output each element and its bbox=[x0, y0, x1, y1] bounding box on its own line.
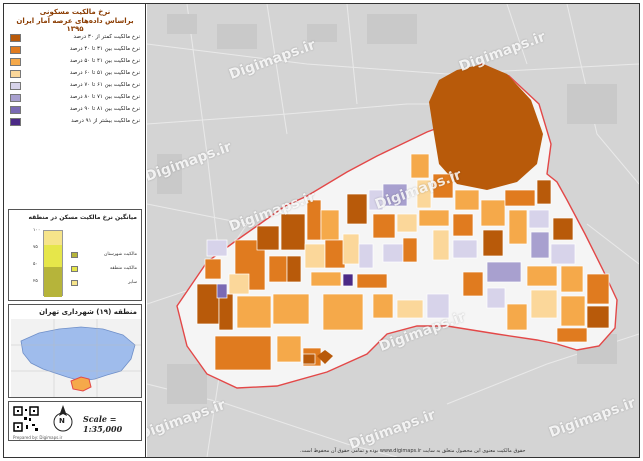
copyright-footer: حقوق مالکیت معنوی این محصول متعلق به سای… bbox=[300, 448, 526, 454]
legend-swatch bbox=[10, 118, 21, 126]
info-box: N Scale = 1:35,000 Prepared by: Digimaps… bbox=[8, 401, 142, 441]
chart-key-label: مالکیت شهرستان bbox=[104, 252, 137, 257]
legend-swatch bbox=[10, 34, 21, 42]
legend-label: نرخ مالکیت بین ۸۱ تا ۹۰ درصد bbox=[69, 106, 140, 112]
chart-key-swatch bbox=[71, 280, 78, 286]
chart-tick: ۱۰۰ bbox=[33, 228, 41, 233]
legend-swatch bbox=[10, 94, 21, 102]
locator-map bbox=[11, 319, 141, 397]
legend-item: نرخ مالکیت بین ۴۱ تا ۵۰ درصد bbox=[10, 58, 140, 68]
legend-item: نرخ مالکیت بین ۷۱ تا ۸۰ درصد bbox=[10, 94, 140, 104]
ownership-stacked-bar bbox=[43, 230, 63, 297]
map-frame: نرخ مالکیت مسکونی براساس داده‌های عرصه آ… bbox=[3, 3, 640, 458]
legend-swatch bbox=[10, 58, 21, 66]
legend-item: نرخ مالکیت بین ۶۱ تا ۷۰ درصد bbox=[10, 82, 140, 92]
region-title: منطقه (۱۹) شهرداری تهران bbox=[39, 308, 137, 316]
north-label: N bbox=[59, 417, 65, 425]
qr-code-icon bbox=[13, 406, 39, 432]
chart-key-label: سایر bbox=[128, 280, 137, 285]
legend-label: نرخ مالکیت بین ۴۱ تا ۵۰ درصد bbox=[69, 58, 140, 64]
legend-swatch bbox=[10, 106, 21, 114]
legend-item: نرخ مالکیت بین ۵۱ تا ۶۰ درصد bbox=[10, 70, 140, 80]
legend-item: نرخ مالکیت کمتر از ۳۰ درصد bbox=[10, 34, 140, 44]
scale-label: Scale = 1:35,000 bbox=[83, 414, 123, 434]
bar-segment-other bbox=[44, 231, 62, 245]
legend-swatch bbox=[10, 70, 21, 78]
legend-swatch bbox=[10, 82, 21, 90]
chart-tick: ۵۰ bbox=[33, 262, 38, 267]
main-map: Digimaps.ir Digimaps.ir Digimaps.ir Digi… bbox=[147, 4, 639, 457]
map-canvas bbox=[147, 4, 639, 457]
legend-label: نرخ مالکیت بین ۳۱ تا ۴۰ درصد bbox=[69, 46, 140, 52]
legend-item: نرخ مالکیت بین ۳۱ تا ۴۰ درصد bbox=[10, 46, 140, 56]
map-title: نرخ مالکیت مسکونی bbox=[39, 8, 111, 16]
legend-label: نرخ مالکیت کمتر از ۳۰ درصد bbox=[73, 34, 140, 40]
legend-label: نرخ مالکیت بین ۷۱ تا ۸۰ درصد bbox=[69, 94, 140, 100]
chart-key-swatch bbox=[71, 252, 78, 258]
legend-panel: نرخ مالکیت مسکونی براساس داده‌های عرصه آ… bbox=[4, 4, 146, 457]
chart-key-label: مالکیت منطقه bbox=[110, 266, 137, 271]
chart-tick: ۲۵ bbox=[33, 279, 38, 284]
legend-label: نرخ مالکیت بیشتر از ۹۱ درصد bbox=[71, 118, 140, 124]
chart-key-swatch bbox=[71, 266, 78, 272]
ownership-chart-box: میانگین نرخ مالکیت مسکن در منطقه ۱۰۰ ۷۵ … bbox=[8, 209, 142, 301]
map-subtitle: براساس داده‌های عرصه آمار ایران ۱۳۹۵ bbox=[16, 17, 134, 33]
legend-label: نرخ مالکیت بین ۶۱ تا ۷۰ درصد bbox=[69, 82, 140, 88]
chart-tick: ۷۵ bbox=[33, 245, 38, 250]
locator-box: منطقه (۱۹) شهرداری تهران bbox=[8, 304, 142, 398]
legend-item: نرخ مالکیت بیشتر از ۹۱ درصد bbox=[10, 118, 140, 128]
bar-segment-region bbox=[44, 245, 62, 267]
credit-text: Prepared by: Digimaps.ir bbox=[13, 435, 63, 440]
chart-title: میانگین نرخ مالکیت مسکن در منطقه bbox=[28, 214, 137, 221]
legend-swatch bbox=[10, 46, 21, 54]
legend-label: نرخ مالکیت بین ۵۱ تا ۶۰ درصد bbox=[69, 70, 140, 76]
legend-item: نرخ مالکیت بین ۸۱ تا ۹۰ درصد bbox=[10, 106, 140, 116]
bar-segment-city bbox=[44, 267, 62, 297]
